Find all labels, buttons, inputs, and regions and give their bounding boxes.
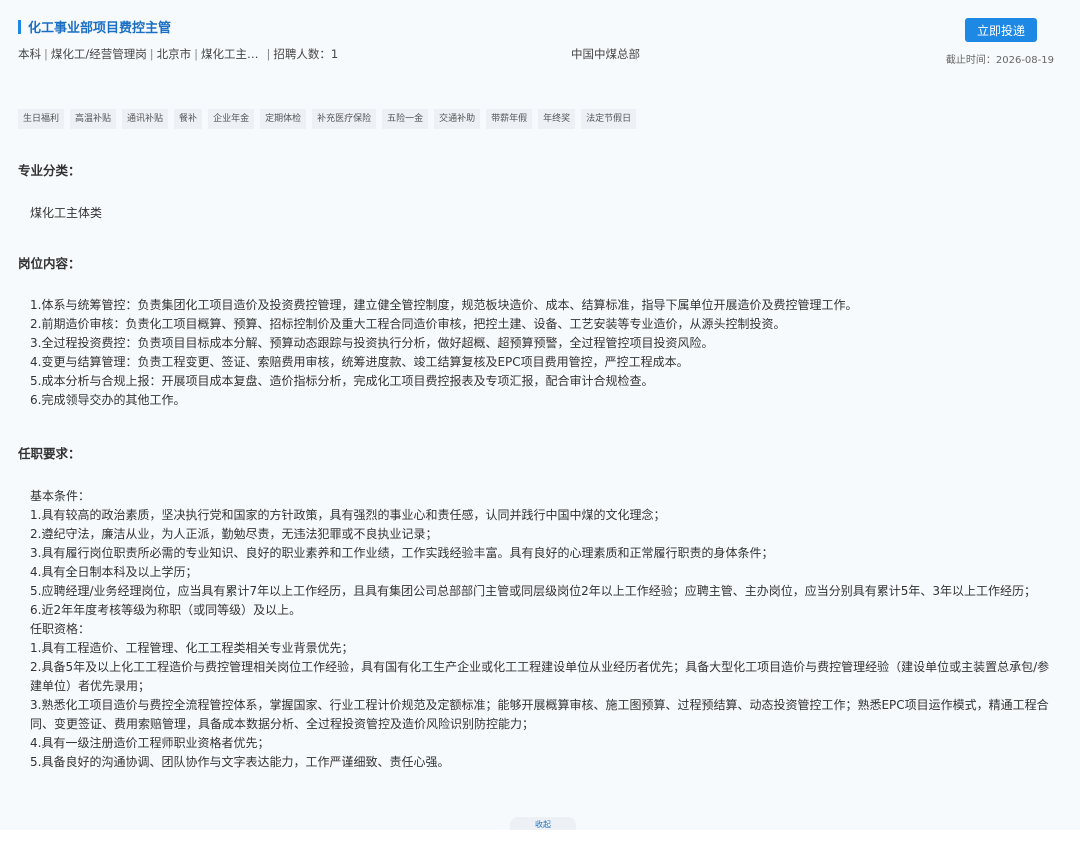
job-title: 化工事业部项目费控主管 [28, 21, 172, 36]
content-line: 3.全过程投资费控：负责项目目标成本分解、预算动态跟踪与投资执行分析，做好超概、… [30, 336, 714, 350]
benefit-tag: 餐补 [174, 109, 203, 129]
company-name: 中国中煤总部 [571, 47, 640, 61]
content-line: 4.变更与结算管理：负责工程变更、签证、索赔费用审核，统筹进度款、竣工结算复核及… [30, 355, 689, 369]
req-line: 3.具有履行岗位职责所必需的专业知识、良好的职业素养和工作业绩，工作实践经验丰富… [30, 546, 774, 560]
benefit-tag: 年终奖 [538, 109, 576, 129]
title-accent-bar [18, 20, 21, 34]
benefit-tag: 定期体检 [260, 109, 307, 129]
req-line: 3.熟悉化工项目造价与费控全流程管控体系，掌握国家、行业工程计价规范及定额标准；… [30, 698, 1049, 731]
benefit-tag: 企业年金 [208, 109, 255, 129]
req-line: 4.具有一级注册造价工程师职业资格者优先； [30, 736, 270, 750]
content-line: 2.前期造价审核：负责化工项目概算、预算、招标控制价及重大工程合同造价审核，把控… [30, 317, 786, 331]
content-heading: 岗位内容： [18, 256, 81, 271]
job-detail-panel: 化工事业部项目费控主管 立即投递 本科 | 煤化工/经营管理岗 | 北京市 | 煤化工主… |… [0, 0, 1080, 831]
content-line: 1.体系与统筹管控：负责集团化工项目造价及投资费控管理，建立健全管控制度，规范板… [30, 298, 858, 312]
benefit-tag: 通讯补贴 [122, 109, 169, 129]
bottom-strip [0, 830, 1080, 843]
meta-category: 煤化工/经营管理岗 [50, 47, 147, 61]
benefit-tag: 法定节假日 [581, 109, 637, 129]
content-line: 5.成本分析与合规上报：开展项目成本复盘、造价指标分析，完成化工项目费控报表及专… [30, 374, 654, 388]
recruit-count: 招聘人数：1 [273, 47, 339, 61]
job-meta: 本科 | 煤化工/经营管理岗 | 北京市 | 煤化工主… | 招聘人数：1 [18, 47, 339, 61]
category-text: 煤化工主体类 [30, 206, 103, 220]
req-line: 任职资格： [30, 622, 91, 636]
req-line: 5.应聘经理/业务经理岗位，应当具有累计7年以上工作经历，且具有集团公司总部部门… [30, 584, 1037, 598]
requirements-heading: 任职要求： [18, 446, 81, 461]
req-line: 基本条件： [30, 489, 91, 503]
benefit-tag: 生日福利 [18, 109, 65, 129]
req-line: 2.遵纪守法，廉洁从业，为人正派，勤勉尽责，无违法犯罪或不良执业记录； [30, 527, 438, 541]
benefit-tags: 生日福利 高温补贴 通讯补贴 餐补 企业年金 定期体检 补充医疗保险 五险一金 … [18, 109, 637, 129]
deadline: 截止时间：2026-08-19 [945, 55, 1054, 66]
category-heading: 专业分类： [18, 163, 81, 178]
content-line: 6.完成领导交办的其他工作。 [30, 393, 186, 407]
benefit-tag: 五险一金 [382, 109, 429, 129]
requirements-body: 基本条件： 1.具有较高的政治素质，坚决执行党和国家的方针政策，具有强烈的事业心… [30, 487, 1060, 772]
benefit-tag: 交通补助 [434, 109, 481, 129]
apply-button[interactable]: 立即投递 [965, 18, 1037, 42]
benefit-tag: 带薪年假 [486, 109, 533, 129]
req-line: 1.具有工程造价、工程管理、化工工程类相关专业背景优先； [30, 641, 354, 655]
meta-education: 本科 [18, 47, 41, 61]
benefit-tag: 补充医疗保险 [312, 109, 377, 129]
content-body: 1.体系与统筹管控：负责集团化工项目造价及投资费控管理，建立健全管控制度，规范板… [30, 296, 1060, 410]
req-line: 1.具有较高的政治素质，坚决执行党和国家的方针政策，具有强烈的事业心和责任感，认… [30, 508, 666, 522]
req-line: 4.具有全日制本科及以上学历； [30, 565, 198, 579]
req-line: 6.近2年年度考核等级为称职（或同等级）及以上。 [30, 603, 302, 617]
collapse-button[interactable]: 收起 [510, 817, 576, 831]
meta-city: 北京市 [156, 47, 192, 61]
benefit-tag: 高温补贴 [70, 109, 117, 129]
meta-major: 煤化工主… [201, 47, 259, 61]
category-value: 煤化工主体类 [30, 204, 1060, 223]
req-line: 2.具备5年及以上化工工程造价与费控管理相关岗位工作经验，具有国有化工生产企业或… [30, 660, 1050, 693]
req-line: 5.具备良好的沟通协调、团队协作与文字表达能力，工作严谨细致、责任心强。 [30, 755, 450, 769]
